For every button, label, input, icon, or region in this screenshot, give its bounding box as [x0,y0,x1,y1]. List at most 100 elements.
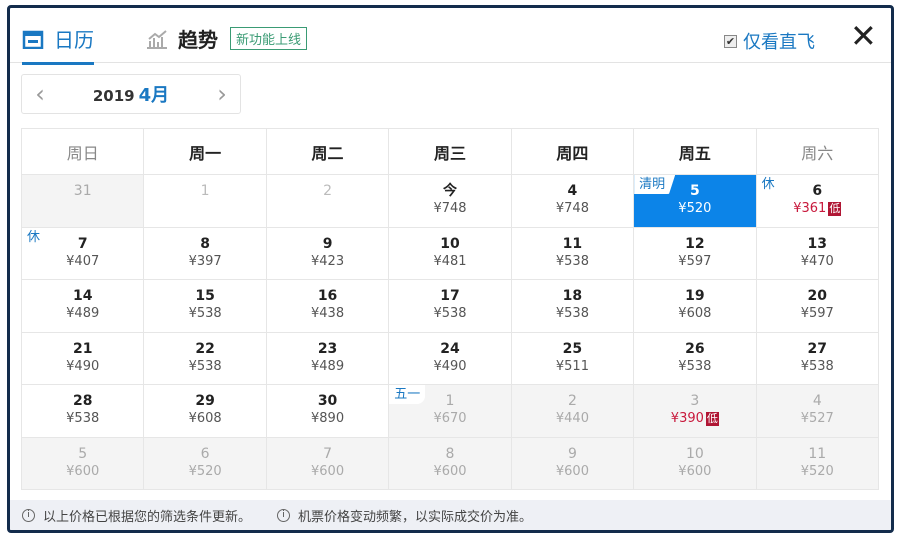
day-cell[interactable]: 30 ¥890 [266,385,390,438]
day-cell[interactable]: 12 ¥597 [634,227,757,280]
day-price: ¥538 [512,253,633,271]
day-cell[interactable]: 9 ¥423 [266,227,390,280]
tab-calendar[interactable]: 日历 [22,24,94,65]
day-number: 12 [685,235,705,252]
day-cell[interactable]: 22 ¥538 [144,332,267,385]
day-cell[interactable]: 31 [22,175,145,228]
prev-month-icon[interactable]: ‹ [22,80,58,108]
day-cell[interactable]: 4 ¥527 [756,385,879,438]
day-price: ¥600 [512,463,633,481]
day-cell[interactable]: 17 ¥538 [389,280,512,333]
day-cell[interactable]: 25 ¥511 [511,332,635,385]
day-cell[interactable]: 6 ¥520 [144,437,267,490]
day-price: ¥511 [512,358,633,376]
day-cell[interactable]: 15 ¥538 [144,280,267,333]
chart-icon [147,29,167,49]
day-price: ¥538 [22,410,143,428]
day-number: 30 [317,393,338,409]
day-cell[interactable]: 11 ¥520 [756,437,879,490]
calendar-panel: 日历 趋势 新功能上线 ✔ 仅看直飞 ✕ ‹ 2019 4月 › 周日 周一 周二 周三… [7,5,894,533]
day-number: 5 [78,445,88,462]
price-value: ¥440 [555,411,589,426]
day-number: 24 [440,340,460,357]
day-cell[interactable]: 23 ¥489 [266,332,390,385]
day-cell[interactable]: 5 ¥600 [22,437,145,490]
day-number: 9 [322,235,333,252]
day-cell[interactable]: 24 ¥490 [389,332,512,385]
day-cell[interactable]: 8 ¥600 [389,437,512,490]
day-number: 28 [72,393,93,409]
direct-only-checkbox[interactable]: ✔ 仅看直飞 [724,28,815,54]
day-number: 19 [685,288,705,304]
day-price: ¥600 [389,463,510,481]
price-value: ¥538 [188,358,222,374]
day-number: 23 [317,340,338,357]
holiday-tag: 休 [756,175,780,194]
price-value: ¥397 [188,253,222,269]
price-value: ¥748 [555,201,589,216]
price-value: ¥538 [66,411,100,426]
day-price: ¥748 [512,200,633,218]
day-price: ¥520 [144,463,265,481]
price-value: ¥600 [678,463,712,479]
day-cell[interactable]: 今 ¥748 [389,175,512,228]
next-month-icon[interactable]: › [204,80,240,108]
day-cell[interactable]: 3 ¥390 低 [634,385,757,438]
day-price: ¥520 [757,463,878,481]
day-price: ¥361 低 [757,200,878,218]
day-number: 20 [807,288,828,304]
day-cell[interactable]: 1 [144,175,267,228]
day-price: ¥438 [267,305,388,323]
day-number: 17 [440,288,460,304]
day-cell[interactable]: 休 6 ¥361 低 [756,175,879,228]
day-price: ¥440 [512,410,633,428]
day-number: 4 [567,183,578,199]
day-cell[interactable]: 21 ¥490 [22,332,145,385]
day-price: ¥538 [144,305,265,323]
weekday-header: 周五 [634,129,757,175]
day-cell[interactable]: 14 ¥489 [22,280,145,333]
day-cell[interactable]: 19 ¥608 [634,280,757,333]
day-price: ¥470 [757,253,878,271]
day-cell[interactable]: 2 [266,175,390,228]
price-value: ¥538 [800,358,834,374]
day-price: ¥489 [22,305,143,323]
day-cell[interactable]: 20 ¥597 [756,280,879,333]
tab-trend[interactable]: 趋势 新功能上线 [146,24,308,53]
day-number: 26 [685,340,705,357]
checkbox-checked-icon[interactable]: ✔ [724,34,737,48]
day-cell[interactable]: 16 ¥438 [266,280,390,333]
day-cell[interactable]: 休 7 ¥407 [22,227,145,280]
calendar-grid: 周日 周一 周二 周三 周四 周五 周六 31 1 2 今 ¥748 4 ¥748 清明 5 ¥520 休 6 ¥36… [21,128,879,490]
year-label: 2019 [92,87,135,105]
day-cell[interactable]: 27 ¥538 [756,332,879,385]
day-cell[interactable]: 13 ¥470 [756,227,879,280]
day-price: ¥538 [144,358,265,376]
new-feature-badge: 新功能上线 [230,27,308,50]
day-cell[interactable]: 9 ¥600 [511,437,635,490]
price-value: ¥390 [670,411,704,426]
price-value: ¥538 [555,253,589,269]
day-cell[interactable]: 10 ¥481 [389,227,512,280]
day-cell[interactable]: 26 ¥538 [634,332,757,385]
day-cell[interactable]: 8 ¥397 [144,227,267,280]
day-cell[interactable]: 29 ¥608 [144,385,267,438]
day-cell[interactable]: 7 ¥600 [266,437,390,490]
day-cell[interactable]: 五一 1 ¥670 [389,385,512,438]
day-price: ¥608 [634,305,755,323]
weekday-header: 周二 [266,129,390,175]
day-price: ¥538 [757,358,878,376]
day-cell[interactable]: 11 ¥538 [511,227,635,280]
day-cell-selected[interactable]: 清明 5 ¥520 [634,175,757,228]
price-value: ¥538 [433,306,467,321]
day-cell[interactable]: 18 ¥538 [511,280,635,333]
day-cell[interactable]: 2 ¥440 [511,385,635,438]
day-cell[interactable]: 4 ¥748 [511,175,635,228]
price-value: ¥490 [66,358,100,374]
close-icon[interactable]: ✕ [850,20,877,52]
day-cell[interactable]: 10 ¥600 [634,437,757,490]
lowest-price-badge: 低 [705,412,719,426]
weekday-header: 周日 [22,129,145,175]
price-value: ¥538 [555,306,589,321]
day-cell[interactable]: 28 ¥538 [22,385,145,438]
